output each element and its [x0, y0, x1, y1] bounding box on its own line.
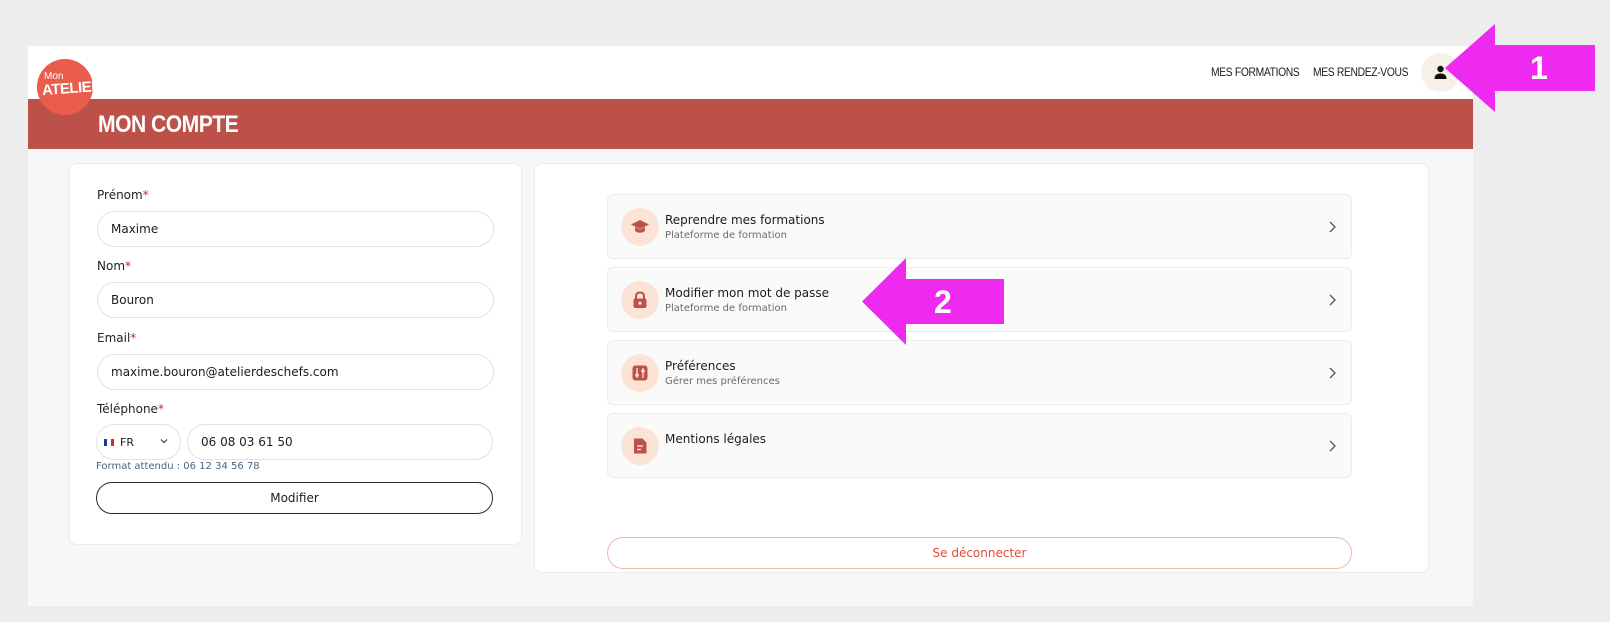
chevron-right-icon — [1329, 294, 1336, 306]
menu-item-title: Mentions légales — [665, 432, 767, 446]
menu-item-title: Préférences — [665, 359, 736, 373]
required-mark: * — [130, 331, 137, 345]
menu-item-resume-training[interactable]: Reprendre mes formations Plateforme de f… — [607, 194, 1352, 259]
left-arrow-icon — [862, 258, 1004, 345]
phone-format-hint: Format attendu : 06 12 34 56 78 — [96, 461, 260, 472]
left-arrow-icon — [1445, 24, 1595, 112]
menu-icon-wrapper — [621, 354, 659, 392]
account-menu-card: Reprendre mes formations Plateforme de f… — [534, 163, 1429, 573]
page-title: MON COMPTE — [98, 111, 239, 138]
email-field[interactable]: maxime.bouron@atelierdeschefs.com — [97, 354, 494, 390]
logout-button[interactable]: Se déconnecter — [607, 537, 1352, 569]
required-mark: * — [125, 259, 132, 273]
nav-link-rendez-vous[interactable]: MES RENDEZ-VOUS — [1313, 65, 1409, 79]
sliders-icon — [632, 365, 648, 381]
firstname-field[interactable]: Maxime — [97, 211, 494, 247]
menu-item-preferences[interactable]: Préférences Gérer mes préférences — [607, 340, 1352, 405]
menu-item-title: Reprendre mes formations — [665, 213, 825, 227]
required-mark: * — [157, 402, 164, 416]
lock-icon — [633, 291, 647, 308]
document-icon — [634, 438, 647, 454]
menu-item-legal-notices[interactable]: Mentions légales — [607, 413, 1352, 478]
required-mark: * — [142, 188, 149, 202]
menu-item-subtitle: Plateforme de formation — [665, 303, 787, 314]
chevron-right-icon — [1329, 221, 1336, 233]
menu-item-title: Modifier mon mot de passe — [665, 286, 830, 300]
menu-item-subtitle: Plateforme de formation — [665, 230, 787, 241]
annotation-arrow-2: 2 — [862, 258, 1004, 345]
firstname-label: Prénom* — [97, 188, 149, 202]
annotation-number: 2 — [934, 284, 952, 320]
country-code-value: FR — [120, 436, 134, 449]
phone-label: Téléphone* — [97, 402, 164, 416]
menu-icon-wrapper — [621, 281, 659, 319]
email-label: Email* — [97, 331, 136, 345]
graduation-cap-icon — [631, 220, 649, 233]
chevron-down-icon — [160, 439, 168, 444]
lastname-label-text: Nom — [97, 259, 126, 273]
chevron-right-icon — [1329, 367, 1336, 379]
france-flag-icon — [104, 439, 114, 446]
phone-label-text: Téléphone — [97, 402, 158, 416]
app-window: MES FORMATIONS MES RENDEZ-VOUS Mon ATELI… — [28, 46, 1473, 606]
nav-link-formations[interactable]: MES FORMATIONS — [1211, 65, 1300, 79]
annotation-number: 1 — [1530, 50, 1548, 86]
lastname-label: Nom* — [97, 259, 131, 273]
top-navigation-bar: MES FORMATIONS MES RENDEZ-VOUS — [28, 46, 1473, 99]
annotation-arrow-1: 1 — [1445, 24, 1595, 112]
menu-icon-wrapper — [621, 208, 659, 246]
email-label-text: Email — [97, 331, 131, 345]
menu-icon-wrapper — [621, 427, 659, 465]
country-code-select[interactable]: FR — [96, 424, 181, 460]
phone-number-field[interactable]: 06 08 03 61 50 — [187, 424, 493, 460]
firstname-label-text: Prénom — [97, 188, 143, 202]
chevron-right-icon — [1329, 440, 1336, 452]
modify-profile-button[interactable]: Modifier — [96, 482, 493, 514]
brand-logo[interactable]: Mon ATELIER — [37, 59, 102, 115]
menu-item-subtitle: Gérer mes préférences — [665, 376, 780, 387]
page-banner: MON COMPTE — [28, 99, 1473, 149]
lastname-field[interactable]: Bouron — [97, 282, 494, 318]
